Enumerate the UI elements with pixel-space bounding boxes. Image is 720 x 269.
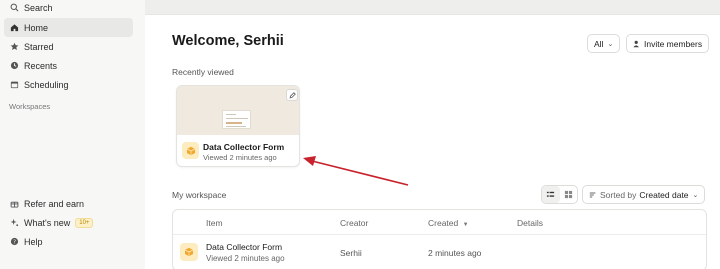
header-divider bbox=[173, 234, 706, 235]
recently-viewed-heading: Recently viewed bbox=[172, 67, 234, 77]
row-created: 2 minutes ago bbox=[428, 248, 482, 258]
row-item-name[interactable]: Data Collector Form bbox=[206, 242, 282, 252]
main-content: Welcome, Serhii All ⌄ Invite members Rec… bbox=[145, 15, 720, 269]
page-title: Welcome, Serhii bbox=[172, 33, 284, 49]
sidebar-item-starred[interactable]: Starred bbox=[4, 37, 133, 56]
sidebar-item-help[interactable]: ? Help bbox=[4, 232, 133, 251]
calendar-icon bbox=[9, 80, 19, 90]
column-header-created-label: Created bbox=[428, 218, 459, 228]
svg-text:?: ? bbox=[13, 239, 16, 245]
invite-label: Invite members bbox=[644, 38, 703, 49]
home-icon bbox=[9, 23, 19, 33]
new-count-badge: 10+ bbox=[75, 217, 94, 228]
row-creator: Serhii bbox=[340, 248, 362, 258]
sort-desc-icon: ▼ bbox=[462, 222, 469, 228]
help-icon: ? bbox=[9, 237, 19, 247]
sort-icon bbox=[589, 191, 597, 199]
grid-icon bbox=[564, 190, 572, 199]
sidebar-item-label: Starred bbox=[24, 41, 54, 52]
column-header-item[interactable]: Item bbox=[206, 218, 223, 228]
sidebar-item-refer[interactable]: Refer and earn bbox=[4, 194, 133, 213]
sidebar-item-whats-new[interactable]: What's new 10+ bbox=[4, 213, 133, 232]
sidebar-item-label: Help bbox=[24, 236, 43, 247]
clock-icon bbox=[9, 61, 19, 71]
row-item-subtitle: Viewed 2 minutes ago bbox=[206, 254, 285, 263]
user-plus-icon bbox=[633, 40, 641, 48]
grid-view-button[interactable] bbox=[560, 186, 578, 203]
column-header-created[interactable]: Created ▼ bbox=[428, 218, 469, 228]
list-icon bbox=[547, 191, 555, 197]
filter-label: All bbox=[594, 38, 604, 49]
card-subtitle: Viewed 2 minutes ago bbox=[203, 153, 277, 162]
star-icon bbox=[9, 42, 19, 52]
sidebar-item-label: Recents bbox=[24, 60, 58, 71]
workspaces-heading: Workspaces bbox=[9, 102, 51, 111]
search-icon bbox=[9, 3, 19, 13]
filter-dropdown[interactable]: All ⌄ bbox=[587, 34, 621, 53]
sort-value: Created date bbox=[639, 189, 689, 200]
top-bar bbox=[145, 0, 720, 15]
gift-icon bbox=[9, 199, 19, 209]
card-thumbnail bbox=[177, 86, 299, 135]
edit-button[interactable] bbox=[286, 89, 298, 101]
sidebar-item-label: Refer and earn bbox=[24, 198, 85, 209]
sidebar-item-recents[interactable]: Recents bbox=[4, 56, 133, 75]
invite-members-button[interactable]: Invite members bbox=[626, 34, 710, 53]
column-header-creator[interactable]: Creator bbox=[340, 218, 368, 228]
workspace-table: Item Creator Created ▼ Details Data Coll… bbox=[172, 209, 707, 269]
form-icon bbox=[182, 142, 199, 159]
chevron-down-icon: ⌄ bbox=[692, 191, 699, 199]
recent-card[interactable]: Data Collector Form Viewed 2 minutes ago bbox=[176, 85, 300, 167]
chevron-down-icon: ⌄ bbox=[607, 40, 614, 48]
sidebar-item-label: Scheduling bbox=[24, 79, 69, 90]
form-icon bbox=[180, 243, 198, 261]
sidebar-item-label: Search bbox=[24, 2, 53, 13]
sidebar-item-search[interactable]: Search bbox=[4, 0, 133, 17]
column-header-details[interactable]: Details bbox=[517, 218, 543, 228]
sparkle-icon bbox=[9, 218, 19, 228]
card-title: Data Collector Form bbox=[203, 142, 285, 152]
sidebar-item-home[interactable]: Home bbox=[4, 18, 133, 37]
view-toggle bbox=[541, 185, 578, 204]
sidebar-item-scheduling[interactable]: Scheduling bbox=[4, 75, 133, 94]
my-workspace-heading: My workspace bbox=[172, 190, 227, 200]
pencil-icon bbox=[289, 91, 296, 98]
sort-prefix: Sorted by bbox=[600, 189, 637, 200]
sidebar-item-label: Home bbox=[24, 22, 49, 33]
list-view-button[interactable] bbox=[542, 186, 560, 203]
form-preview bbox=[222, 110, 251, 129]
sidebar: Search Home Starred Recents Scheduling W… bbox=[0, 0, 145, 269]
sort-dropdown[interactable]: Sorted by Created date ⌄ bbox=[582, 185, 706, 204]
sidebar-item-label: What's new bbox=[24, 217, 71, 228]
